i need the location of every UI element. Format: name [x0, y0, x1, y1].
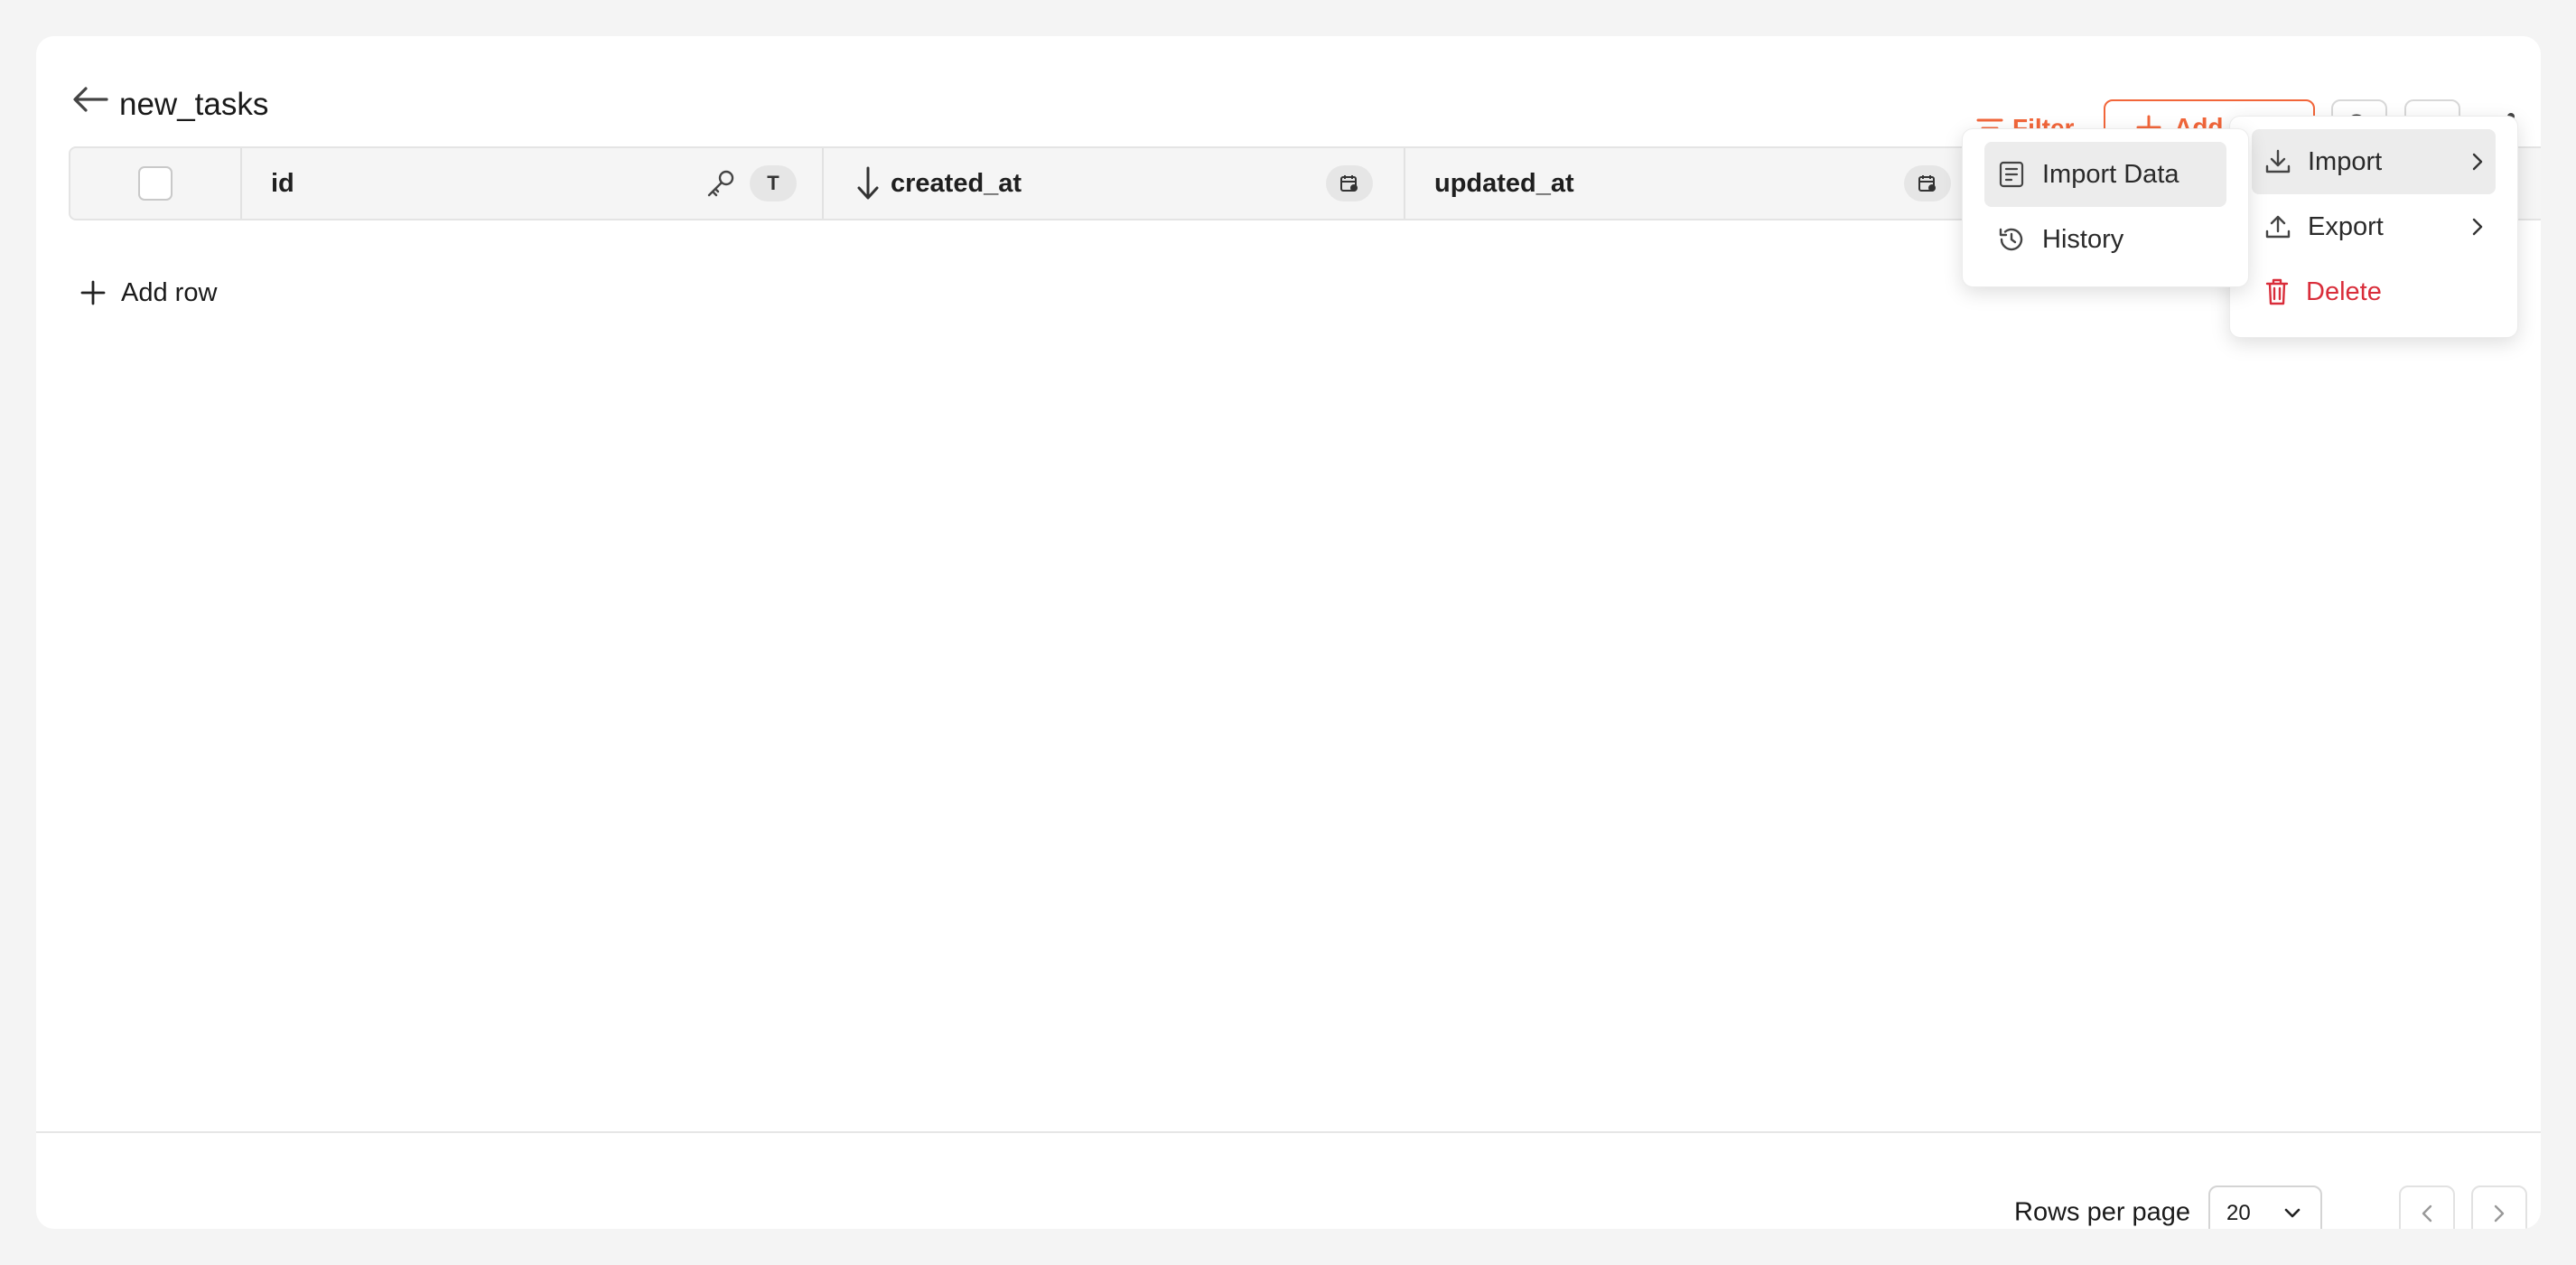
select-all-checkbox[interactable]: [138, 166, 173, 201]
select-all-column: [70, 148, 242, 219]
menu-item-label: Import: [2308, 146, 2383, 176]
import-data-icon: [1997, 160, 2026, 189]
menu-item-label: Export: [2308, 211, 2384, 241]
page-title: new_tasks: [119, 87, 269, 122]
key-icon: [703, 165, 739, 201]
type-badge: T: [750, 165, 797, 201]
chevron-right-icon: [2472, 218, 2483, 236]
add-row-button[interactable]: Add row: [79, 275, 217, 311]
more-options-menu: Import Export Delete: [2229, 116, 2518, 338]
calendar-icon: [1326, 165, 1373, 201]
add-row-label: Add row: [121, 277, 218, 307]
arrow-left-icon: [72, 86, 108, 113]
import-submenu: Import Data History: [1962, 128, 2249, 287]
calendar-icon: [1904, 165, 1951, 201]
footer-divider: [36, 1131, 2541, 1133]
column-label: created_at: [891, 168, 1022, 198]
previous-page-button[interactable]: [2399, 1185, 2455, 1229]
menu-item-import[interactable]: Import: [2252, 129, 2496, 194]
next-page-button[interactable]: [2471, 1185, 2527, 1229]
submenu-item-label: History: [2042, 224, 2124, 254]
rows-per-page-value: 20: [2226, 1201, 2251, 1225]
menu-item-export[interactable]: Export: [2252, 194, 2496, 259]
submenu-item-import-data[interactable]: Import Data: [1984, 142, 2226, 207]
chevron-right-icon: [2472, 153, 2483, 171]
plus-icon: [79, 279, 107, 306]
chevron-down-icon: [2284, 1208, 2301, 1219]
submenu-item-label: Import Data: [2042, 159, 2179, 189]
download-icon: [2264, 148, 2291, 175]
column-header-updated-at[interactable]: updated_at: [1405, 148, 1983, 219]
trash-icon: [2264, 278, 2290, 305]
rows-per-page-label: Rows per page: [2014, 1197, 2191, 1227]
menu-item-delete[interactable]: Delete: [2252, 259, 2496, 324]
rows-per-page-select[interactable]: 20: [2208, 1185, 2322, 1229]
column-header-id[interactable]: id T: [242, 148, 824, 219]
arrow-down-icon: [856, 166, 880, 201]
back-button[interactable]: [63, 72, 117, 126]
column-label: updated_at: [1434, 168, 1574, 198]
upload-icon: [2264, 213, 2291, 240]
history-icon: [1997, 225, 2026, 254]
submenu-item-history[interactable]: History: [1984, 207, 2226, 272]
chevron-right-icon: [2494, 1204, 2505, 1223]
column-header-created-at[interactable]: created_at: [824, 148, 1405, 219]
menu-item-label: Delete: [2306, 276, 2382, 306]
column-label: id: [271, 168, 294, 198]
chevron-left-icon: [2422, 1204, 2432, 1223]
